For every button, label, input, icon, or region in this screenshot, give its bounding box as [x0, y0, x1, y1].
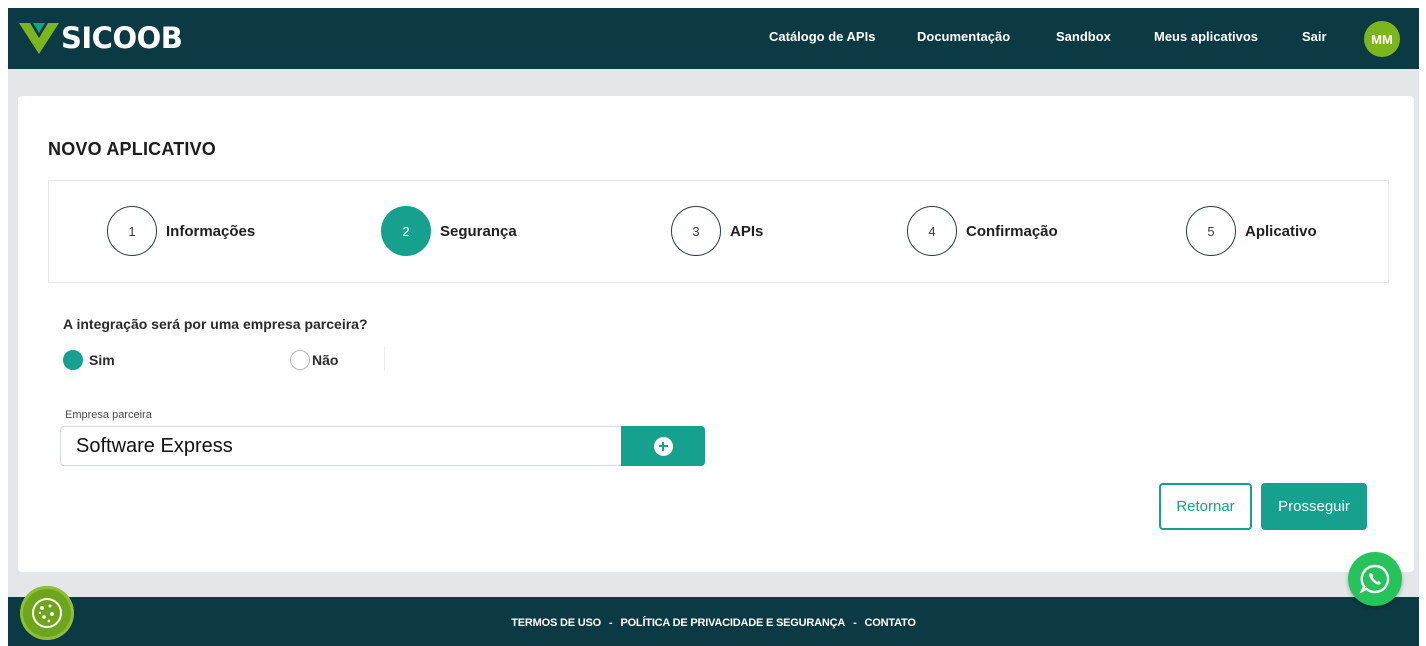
step-number: 5 [1186, 206, 1236, 256]
sicoob-logo-mark-icon [19, 23, 59, 54]
step-seguranca[interactable]: 2 Segurança [381, 206, 517, 256]
partner-field-label: Empresa parceira [65, 409, 152, 421]
step-label: Aplicativo [1245, 222, 1317, 240]
plus-circle-icon [653, 436, 673, 456]
main-card: NOVO APLICATIVO 1 Informações 2 Seguranç… [18, 96, 1414, 572]
footer-link-contato[interactable]: CONTATO [865, 617, 916, 629]
step-label: APIs [730, 222, 764, 240]
whatsapp-icon [1359, 564, 1390, 594]
step-label: Informações [166, 222, 256, 240]
step-label: Confirmação [966, 222, 1058, 240]
app-frame: SICOOB Catálogo de APIs Documentação San… [8, 8, 1419, 646]
radio-checked-icon[interactable] [63, 350, 83, 370]
user-avatar[interactable]: MM [1364, 21, 1400, 57]
wizard-stepper: 1 Informações 2 Segurança 3 APIs 4 Confi… [48, 180, 1389, 283]
nav-catalogo-apis[interactable]: Catálogo de APIs [769, 29, 875, 44]
footer: TERMOS DE USO - POLÍTICA DE PRIVACIDADE E … [8, 597, 1419, 646]
whatsapp-chat-button[interactable] [1348, 552, 1402, 606]
add-partner-button[interactable] [621, 426, 705, 466]
footer-separator: - [608, 617, 613, 629]
step-apis[interactable]: 3 APIs [671, 206, 763, 256]
page-title: NOVO APLICATIVO [48, 139, 217, 159]
radio-nao[interactable]: Não [290, 349, 338, 371]
step-confirmacao[interactable]: 4 Confirmação [907, 206, 1058, 256]
back-button[interactable]: Retornar [1159, 483, 1252, 530]
footer-links: TERMOS DE USO - POLÍTICA DE PRIVACIDADE E … [8, 617, 1419, 629]
cookie-icon [32, 598, 62, 628]
radio-unchecked-icon[interactable] [290, 350, 310, 370]
step-number: 3 [671, 206, 721, 256]
step-number-active: 2 [381, 206, 431, 256]
partner-company-input[interactable] [60, 426, 623, 466]
partner-question: A integração será por uma empresa parcei… [63, 316, 368, 332]
nav-sair[interactable]: Sair [1302, 29, 1327, 44]
nav-documentacao[interactable]: Documentação [917, 29, 1010, 44]
step-number: 4 [907, 206, 957, 256]
step-informacoes[interactable]: 1 Informações [107, 206, 255, 256]
cookie-settings-button[interactable] [20, 586, 74, 640]
nav-sandbox[interactable]: Sandbox [1056, 29, 1111, 44]
step-label: Segurança [440, 222, 517, 240]
step-number: 1 [107, 206, 157, 256]
next-button[interactable]: Prosseguir [1261, 483, 1367, 530]
brand-name: SICOOB [61, 21, 183, 55]
sicoob-logo[interactable]: SICOOB [19, 19, 183, 57]
radio-label-nao: Não [312, 352, 339, 368]
nav-meus-aplicativos[interactable]: Meus aplicativos [1154, 29, 1258, 44]
footer-link-privacidade[interactable]: POLÍTICA DE PRIVACIDADE E SEGURANÇA [620, 617, 845, 629]
footer-link-termos[interactable]: TERMOS DE USO [511, 617, 601, 629]
step-aplicativo[interactable]: 5 Aplicativo [1186, 206, 1317, 256]
divider [384, 347, 385, 371]
footer-separator: - [853, 617, 857, 629]
radio-sim[interactable]: Sim [63, 349, 115, 371]
radio-label-sim: Sim [89, 352, 115, 368]
top-header: SICOOB Catálogo de APIs Documentação San… [8, 8, 1419, 69]
